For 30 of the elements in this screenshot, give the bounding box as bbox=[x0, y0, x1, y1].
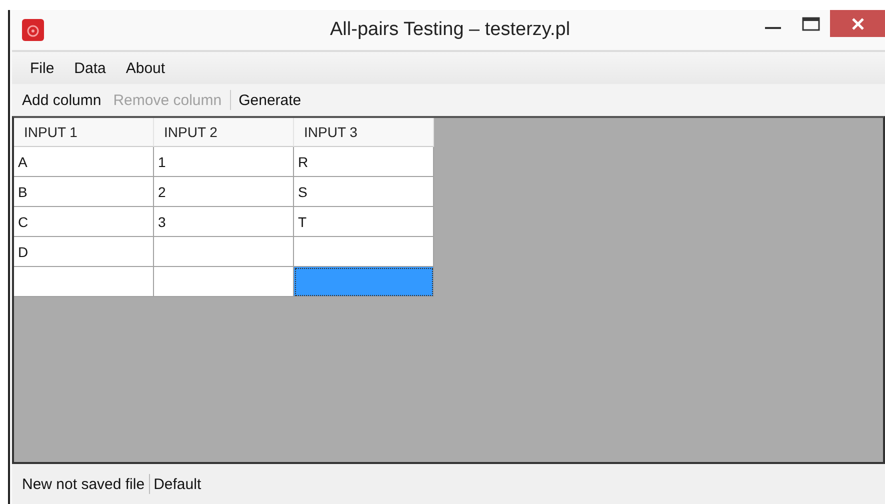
menu-item[interactable]: Data bbox=[64, 60, 116, 76]
table-cell[interactable] bbox=[154, 237, 294, 267]
menu-item[interactable]: About bbox=[116, 60, 176, 76]
table-cell[interactable]: B bbox=[14, 177, 154, 207]
close-icon bbox=[852, 18, 864, 30]
menu-item[interactable]: File bbox=[20, 60, 64, 76]
column-header[interactable]: INPUT 3 bbox=[294, 118, 434, 147]
window-title: All-pairs Testing – testerzy.pl bbox=[330, 19, 570, 41]
table-cell[interactable]: A bbox=[14, 147, 154, 177]
table-cell[interactable]: D bbox=[14, 237, 154, 267]
status-text: Default bbox=[152, 476, 202, 492]
app-icon bbox=[22, 19, 44, 41]
column-header[interactable]: INPUT 2 bbox=[154, 118, 294, 147]
maximize-icon[interactable] bbox=[802, 16, 820, 30]
table-cell[interactable] bbox=[294, 237, 434, 267]
toolbar-button[interactable]: Generate bbox=[232, 92, 308, 108]
table-cell[interactable]: 2 bbox=[154, 177, 294, 207]
table-cell[interactable]: T bbox=[294, 207, 434, 237]
table-cell[interactable] bbox=[154, 267, 294, 297]
column-header[interactable]: INPUT 1 bbox=[14, 118, 154, 147]
table-cell[interactable] bbox=[294, 267, 434, 297]
table-cell[interactable]: 3 bbox=[154, 207, 294, 237]
table-cell[interactable]: 1 bbox=[154, 147, 294, 177]
table-cell[interactable]: C bbox=[14, 207, 154, 237]
table-cell[interactable] bbox=[14, 267, 154, 297]
table-cell[interactable]: S bbox=[294, 177, 434, 207]
close-button[interactable] bbox=[830, 10, 885, 37]
status-text: New not saved file bbox=[21, 476, 146, 492]
table-cell[interactable]: R bbox=[294, 147, 434, 177]
toolbar-button[interactable]: Add column bbox=[16, 92, 108, 108]
